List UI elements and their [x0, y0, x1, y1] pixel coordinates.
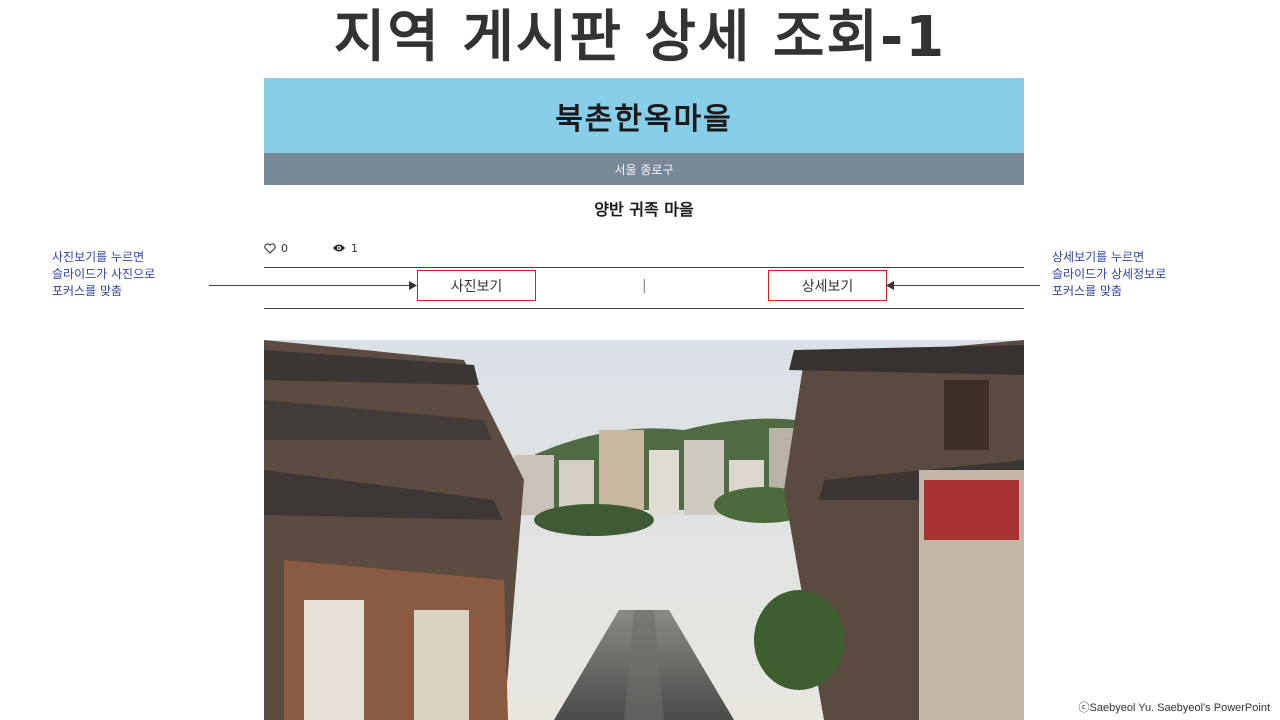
likes-count: 0: [281, 241, 288, 255]
annotation-arrow-left: [209, 285, 411, 286]
place-photo[interactable]: [264, 340, 1024, 720]
arrow-head-right-icon: [409, 281, 417, 290]
note-line: 슬라이드가 사진으로: [52, 267, 156, 281]
note-line: 사진보기를 누르면: [52, 250, 145, 264]
region-bar: 서울 종로구: [264, 153, 1024, 185]
post-stats: 0 1: [264, 240, 402, 256]
tab-divider-bottom: [264, 308, 1024, 309]
arrow-head-left-icon: [886, 281, 894, 290]
annotation-arrow-right: [893, 285, 1040, 286]
eye-icon: [333, 244, 345, 252]
slide: 지역 게시판 상세 조회-1 북촌한옥마을 서울 종로구 양반 귀족 마을 0: [0, 0, 1280, 720]
views-count: 1: [351, 241, 358, 255]
note-line: 포커스를 맞춤: [1052, 284, 1123, 298]
tab-separator: |: [642, 278, 647, 294]
heart-icon: [264, 242, 276, 254]
tab-detail-view[interactable]: 상세보기: [768, 270, 887, 301]
views-stat: 1: [332, 242, 358, 255]
place-name: 북촌한옥마을: [555, 101, 733, 137]
region-name: 서울 종로구: [614, 162, 674, 177]
note-line: 슬라이드가 상세정보로: [1052, 267, 1167, 281]
post-subtitle: 양반 귀족 마을: [594, 200, 694, 219]
copyright-text: ⓒSaebyeol Yu. Saebyeol's PowerPoint: [1078, 702, 1270, 714]
note-photo-view: 사진보기를 누르면 슬라이드가 사진으로 포커스를 맞춤: [52, 249, 202, 300]
place-header: 북촌한옥마을: [264, 78, 1024, 153]
post-detail: 북촌한옥마을 서울 종로구 양반 귀족 마을 0 1 사진보기 | 상세보기: [264, 78, 1024, 720]
note-line: 포커스를 맞춤: [52, 284, 123, 298]
note-detail-view: 상세보기를 누르면 슬라이드가 상세정보로 포커스를 맞춤: [1052, 249, 1232, 300]
slide-title: 지역 게시판 상세 조회-1: [333, 5, 947, 70]
likes-stat[interactable]: 0: [264, 242, 288, 255]
hanok-village-photo: [264, 340, 1024, 720]
tab-divider-top: [264, 267, 1024, 268]
tab-photo-view[interactable]: 사진보기: [417, 270, 536, 301]
note-line: 상세보기를 누르면: [1052, 250, 1145, 264]
